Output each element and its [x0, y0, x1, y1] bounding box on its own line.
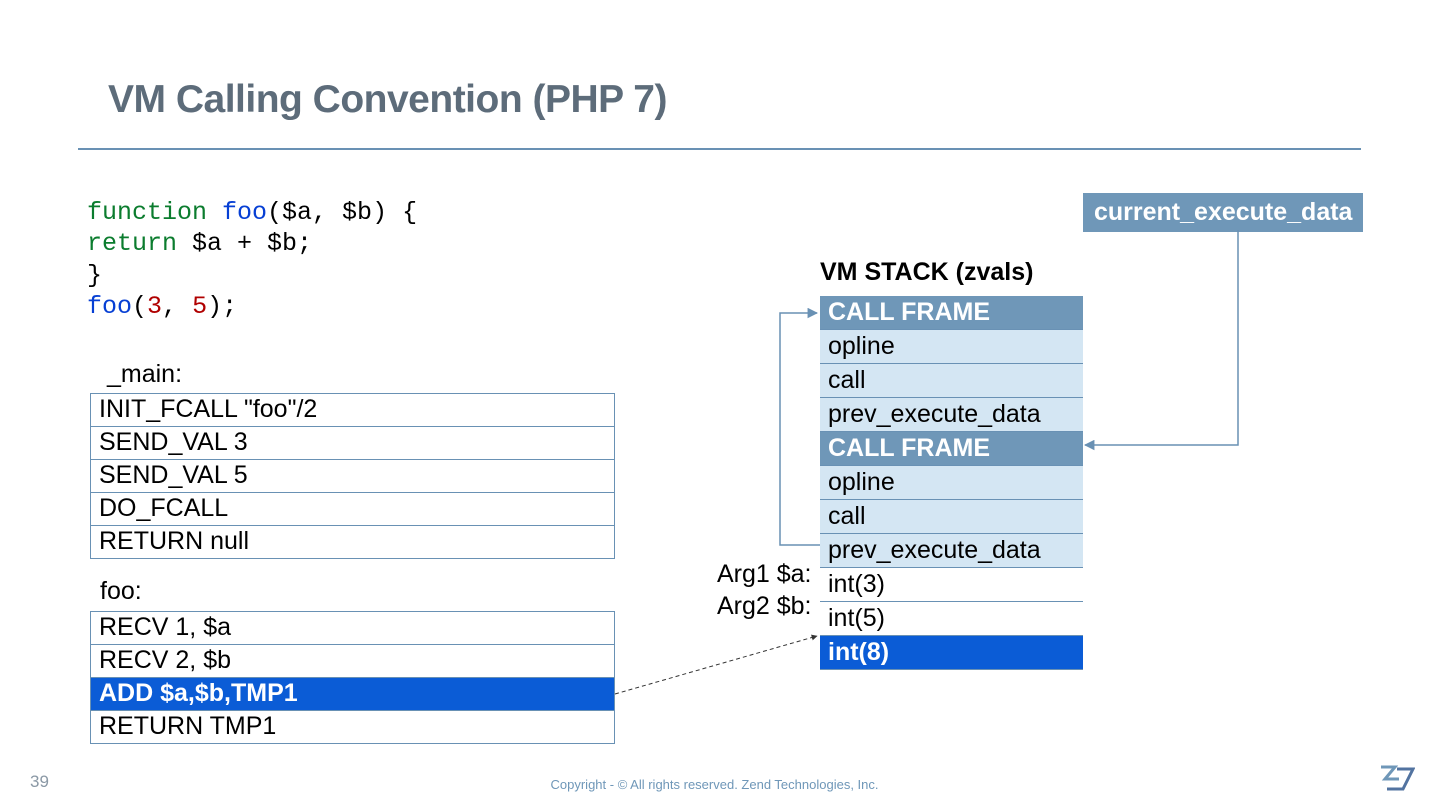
copyright: Copyright - © All rights reserved. Zend … [0, 777, 1429, 792]
php-code: function foo($a, $b) { return $a + $b; }… [87, 197, 417, 322]
opcode-row: SEND_VAL 5 [91, 459, 614, 492]
stack-cell: prev_execute_data [820, 398, 1083, 432]
code-text: } [87, 261, 102, 290]
code-text: ($a, $b) { [267, 198, 417, 227]
main-opcodes-table: INIT_FCALL "foo"/2SEND_VAL 3SEND_VAL 5DO… [90, 393, 615, 559]
code-text: $a + $b; [177, 229, 312, 258]
code-keyword: return [87, 229, 177, 258]
code-text: , [162, 292, 192, 321]
opcode-row: RETURN null [91, 525, 614, 558]
opcode-row: ADD $a,$b,TMP1 [91, 677, 614, 710]
call-frame-header: CALL FRAME [820, 432, 1083, 466]
code-text: ( [132, 292, 147, 321]
opcode-row: INIT_FCALL "foo"/2 [91, 394, 614, 426]
title-underline [78, 148, 1361, 150]
code-keyword: function [87, 198, 207, 227]
stack-cell: int(5) [820, 602, 1083, 636]
opcode-row: RECV 2, $b [91, 644, 614, 677]
stack-cell: int(8) [820, 636, 1083, 670]
stack-cell: int(3) [820, 568, 1083, 602]
foo-section-label: foo: [100, 577, 142, 606]
stack-cell: prev_execute_data [820, 534, 1083, 568]
stack-cell: call [820, 500, 1083, 534]
arg1-label: Arg1 $a: [717, 560, 812, 589]
code-number: 3 [147, 292, 162, 321]
opcode-row: RETURN TMP1 [91, 710, 614, 743]
current-execute-data-box: current_execute_data [1083, 193, 1363, 232]
opcode-row: DO_FCALL [91, 492, 614, 525]
call-frame-header: CALL FRAME [820, 296, 1083, 330]
main-section-label: _main: [107, 360, 182, 389]
opcode-row: RECV 1, $a [91, 612, 614, 644]
code-text: ); [207, 292, 237, 321]
code-number: 5 [192, 292, 207, 321]
code-fn-name: foo [207, 198, 267, 227]
code-fn-name: foo [87, 292, 132, 321]
stack-cell: opline [820, 330, 1083, 364]
zend-logo-icon [1379, 765, 1415, 796]
foo-opcodes-table: RECV 1, $aRECV 2, $bADD $a,$b,TMP1RETURN… [90, 611, 615, 744]
arg2-label: Arg2 $b: [717, 592, 812, 621]
stack-cell: call [820, 364, 1083, 398]
vm-stack: CALL FRAMEoplinecallprev_execute_dataCAL… [820, 296, 1083, 670]
stack-cell: opline [820, 466, 1083, 500]
slide-title: VM Calling Convention (PHP 7) [108, 78, 667, 122]
vm-stack-title: VM STACK (zvals) [820, 258, 1033, 287]
opcode-row: SEND_VAL 3 [91, 426, 614, 459]
